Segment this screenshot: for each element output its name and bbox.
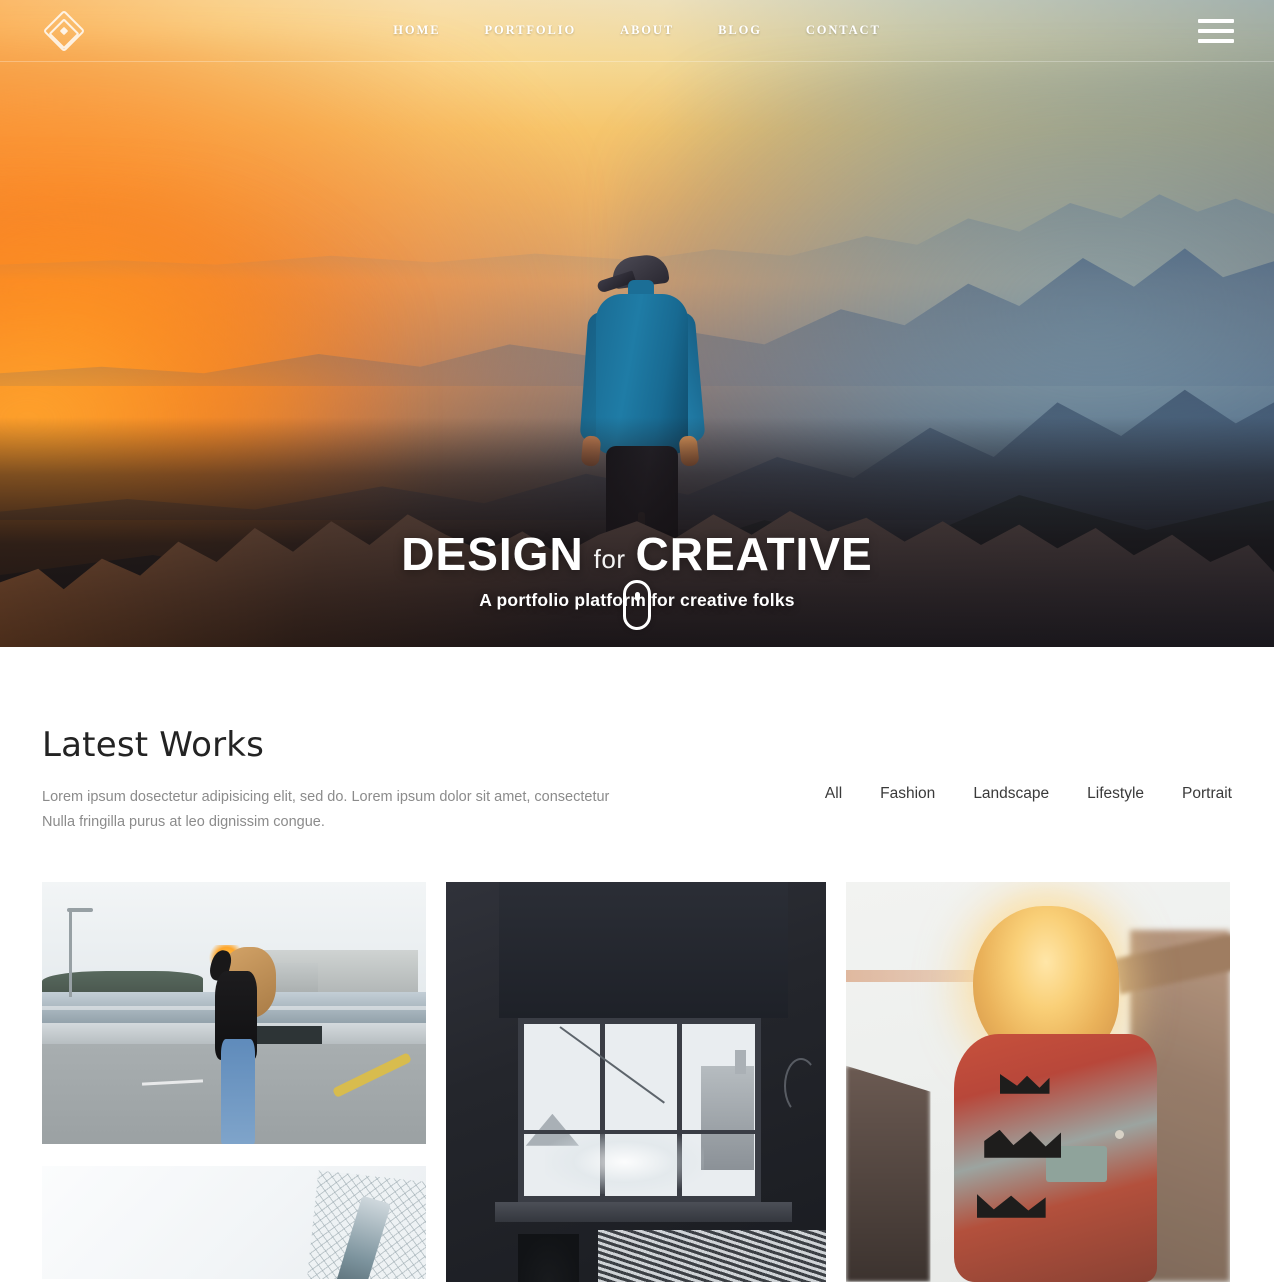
hamburger-bar-1: [1198, 19, 1234, 23]
hamburger-bar-2: [1198, 29, 1234, 33]
tile1-street-lamp: [66, 907, 93, 998]
hamburger-bar-3: [1198, 39, 1234, 43]
hero-title-connector: for: [593, 544, 626, 574]
filter-lifestyle[interactable]: Lifestyle: [1068, 785, 1163, 803]
works-description: Lorem ipsum dosectetur adipisicing elit,…: [42, 789, 610, 831]
tile3-window-sill: [495, 1201, 792, 1222]
portfolio-column-2: [446, 881, 826, 1282]
tile4-post-left: [846, 1065, 931, 1282]
latest-works-section: Latest Works Lorem ipsum dosectetur adip…: [0, 647, 1274, 1282]
hero-title-part2: CREATIVE: [635, 528, 873, 580]
nav-item-about[interactable]: ABOUT: [598, 23, 696, 38]
portfolio-item-dark-window[interactable]: [446, 881, 826, 1282]
portfolio-grid: [42, 881, 1232, 1282]
scroll-mouse-icon[interactable]: [623, 580, 651, 630]
nav-item-blog[interactable]: BLOG: [696, 23, 784, 38]
nav-item-home[interactable]: HOME: [371, 23, 462, 38]
site-logo[interactable]: [40, 8, 88, 54]
portfolio-item-aztec-blanket[interactable]: [846, 881, 1230, 1282]
hero-title: DESIGN for CREATIVE: [0, 530, 1274, 578]
tile1-woman-jeans: [220, 1038, 256, 1144]
tile3-chimney: [734, 1049, 747, 1074]
site-header: HOME PORTFOLIO ABOUT BLOG CONTACT: [0, 0, 1274, 62]
nav-item-contact[interactable]: CONTACT: [784, 23, 903, 38]
hamburger-menu-icon[interactable]: [1198, 19, 1234, 43]
diamond-logo-icon: [42, 9, 86, 53]
filter-fashion[interactable]: Fashion: [861, 785, 954, 803]
portfolio-item-parking-lot[interactable]: [42, 881, 426, 1144]
tile3-lamp-curve: [784, 1057, 819, 1114]
tile3-brick-building: [700, 1065, 754, 1170]
portfolio-filter-list: All Fashion Landscape Lifestyle Portrait: [806, 725, 1232, 803]
hero-title-part1: DESIGN: [401, 528, 584, 580]
portfolio-column-3: [846, 881, 1230, 1282]
tile3-fog: [544, 1129, 705, 1194]
tile3-window-blind: [499, 881, 788, 1018]
tile3-window-mullion: [518, 1129, 762, 1134]
portfolio-item-minimal-desk[interactable]: [42, 1165, 426, 1279]
filter-all[interactable]: All: [806, 785, 861, 803]
tile3-plant: [518, 1233, 579, 1282]
filter-landscape[interactable]: Landscape: [954, 785, 1068, 803]
scroll-wheel-dot: [634, 592, 640, 601]
filter-portrait[interactable]: Portrait: [1163, 785, 1232, 803]
hero-section: HOME PORTFOLIO ABOUT BLOG CONTACT DESIGN…: [0, 0, 1274, 647]
page-title: Latest Works: [42, 725, 265, 765]
nav-item-portfolio[interactable]: PORTFOLIO: [462, 23, 598, 38]
portfolio-column-1: [42, 881, 426, 1282]
works-header: Latest Works Lorem ipsum dosectetur adip…: [42, 725, 1232, 836]
main-navigation: HOME PORTFOLIO ABOUT BLOG CONTACT: [371, 23, 902, 38]
tile1-garage-entrance: [253, 1025, 323, 1045]
tile4-button: [1114, 1129, 1124, 1139]
